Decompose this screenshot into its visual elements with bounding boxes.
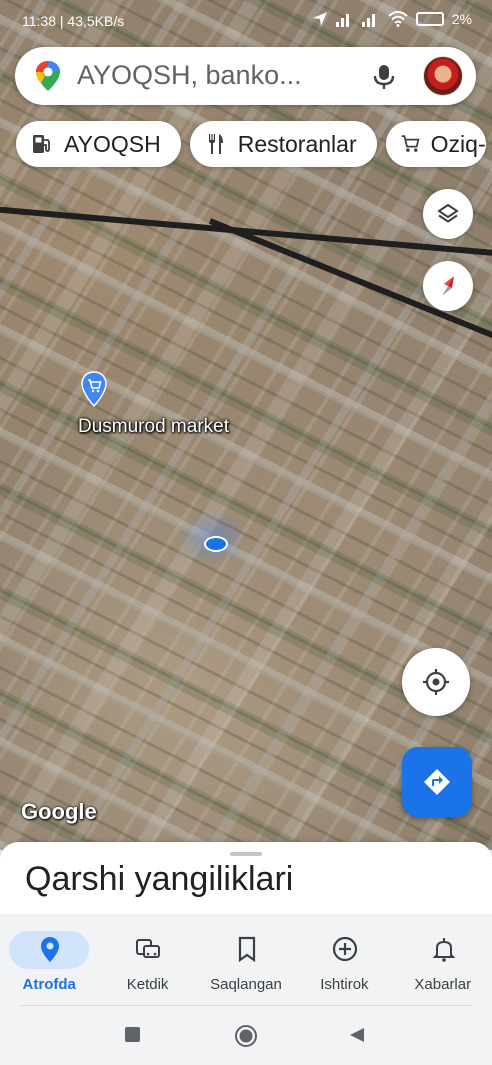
nav-label: Saqlangan	[210, 976, 282, 993]
battery-percent: 2%	[451, 11, 472, 27]
bookmark-icon	[238, 936, 255, 963]
cart-icon	[401, 135, 420, 152]
battery-icon	[415, 12, 444, 26]
place-label[interactable]: Dusmurod market	[78, 416, 229, 438]
nav-label: Ishtirok	[320, 976, 369, 993]
place-marker[interactable]	[81, 371, 107, 412]
wifi-icon	[388, 11, 408, 27]
recents-icon[interactable]	[124, 1026, 142, 1044]
layers-icon	[437, 203, 459, 223]
avatar[interactable]	[423, 56, 463, 96]
bottom-navigation: Atrofda Ketdik Saqlangan Ishtirok Xabarl…	[0, 924, 492, 1006]
location-arrow-icon	[312, 12, 327, 26]
chip-gas-station[interactable]: AYOQSH	[16, 121, 181, 167]
search-input[interactable]: AYOQSH, banko...	[77, 60, 367, 91]
gas-station-icon	[33, 135, 50, 153]
search-bar[interactable]: AYOQSH, banko...	[15, 47, 476, 105]
nav-label: Atrofda	[22, 976, 76, 993]
status-bar: 11:38 | 43,5KB/s 2%	[0, 0, 492, 44]
location-pin-icon	[41, 937, 59, 962]
nav-item-contribute[interactable]: Ishtirok	[295, 924, 393, 1006]
commute-icon	[136, 939, 161, 958]
restaurant-icon	[208, 134, 223, 154]
bell-icon	[432, 938, 455, 962]
chip-label: AYOQSH	[64, 130, 161, 157]
crosshair-icon	[423, 669, 449, 695]
compass-icon	[442, 276, 454, 296]
home-icon[interactable]	[234, 1024, 258, 1048]
nav-label: Xabarlar	[414, 976, 472, 993]
status-icons: 2%	[312, 11, 472, 27]
nav-item-updates[interactable]: Xabarlar	[394, 924, 492, 1006]
nav-item-saved[interactable]: Saqlangan	[197, 924, 295, 1006]
mic-icon[interactable]	[371, 63, 397, 91]
sheet-title: Qarshi yangiliklari	[25, 860, 294, 898]
back-icon[interactable]	[348, 1026, 366, 1044]
shopping-pin-icon	[81, 371, 107, 408]
signal-icon	[361, 14, 375, 27]
sheet-drag-handle[interactable]	[230, 852, 262, 856]
directions-icon	[424, 769, 450, 795]
category-chips: AYOQSH Restoranlar Oziq-	[16, 121, 486, 167]
user-location-dot	[204, 536, 228, 552]
nav-label: Ketdik	[126, 976, 169, 993]
layers-button[interactable]	[423, 189, 473, 239]
bottom-sheet[interactable]: Qarshi yangiliklari	[0, 842, 492, 914]
chip-label: Oziq-	[430, 130, 486, 157]
add-circle-icon	[333, 936, 358, 962]
signal-icon	[335, 14, 349, 27]
status-time: 11:38 | 43,5KB/s	[22, 13, 125, 29]
my-location-button[interactable]	[402, 648, 470, 716]
chip-restaurants[interactable]: Restoranlar	[189, 121, 377, 167]
nav-item-commute[interactable]: Ketdik	[98, 924, 196, 1006]
system-navigation-bar	[0, 1006, 492, 1065]
compass-button[interactable]	[423, 261, 473, 311]
directions-button[interactable]	[402, 747, 472, 817]
chip-label: Restoranlar	[237, 130, 357, 157]
maps-logo-icon	[36, 61, 60, 91]
google-attribution: Google	[21, 799, 97, 824]
chip-groceries[interactable]: Oziq-	[385, 121, 486, 167]
nav-item-explore[interactable]: Atrofda	[0, 924, 98, 1006]
